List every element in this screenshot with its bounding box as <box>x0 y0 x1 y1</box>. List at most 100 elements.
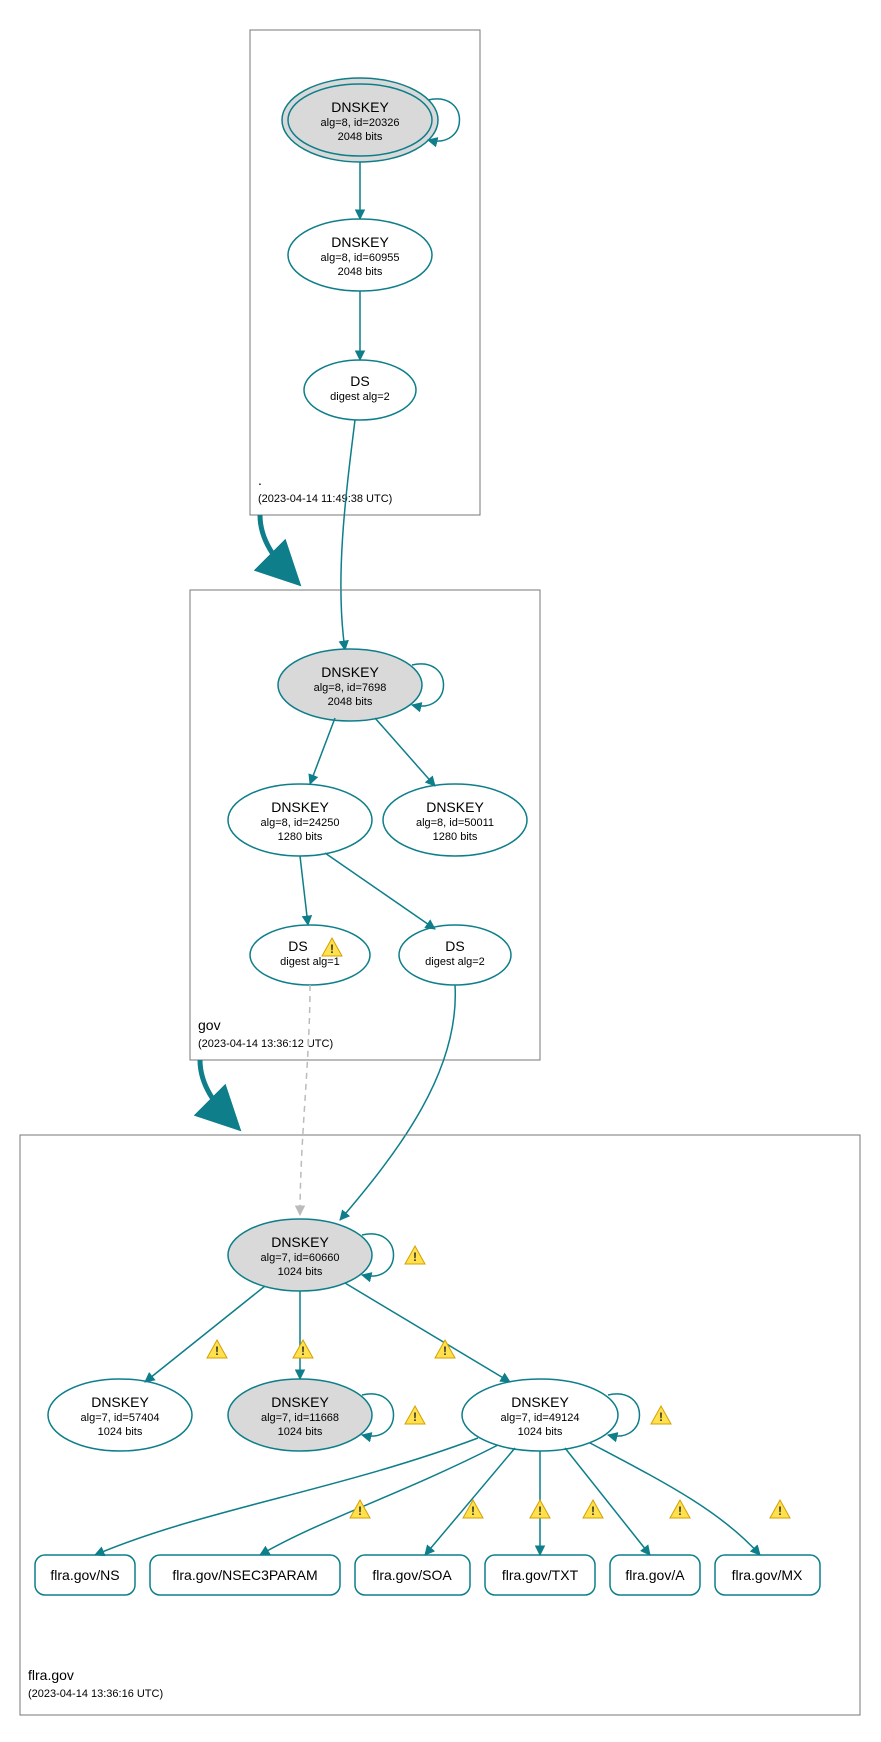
warning-icon: ! <box>207 1340 227 1358</box>
rrset-txt: flra.gov/TXT <box>485 1555 595 1595</box>
svg-text:DNSKEY: DNSKEY <box>271 799 329 815</box>
rrset-a: flra.gov/A <box>610 1555 700 1595</box>
node-flra-k2: DNSKEY alg=7, id=11668 1024 bits <box>228 1379 372 1451</box>
svg-text:DS: DS <box>288 938 307 954</box>
svg-text:2048 bits: 2048 bits <box>338 266 383 278</box>
zone-gov-ts: (2023-04-14 13:36:12 UTC) <box>198 1038 333 1050</box>
svg-text:digest alg=1: digest alg=1 <box>280 956 340 968</box>
svg-text:!: ! <box>778 1504 782 1518</box>
svg-text:flra.gov/NS: flra.gov/NS <box>50 1567 119 1583</box>
svg-text:DNSKEY: DNSKEY <box>331 234 389 250</box>
svg-text:DNSKEY: DNSKEY <box>271 1394 329 1410</box>
rrset-nsec3: flra.gov/NSEC3PARAM <box>150 1555 340 1595</box>
svg-text:flra.gov/MX: flra.gov/MX <box>732 1567 803 1583</box>
edge-gov-ds2-flra-ksk <box>340 985 455 1220</box>
svg-text:DNSKEY: DNSKEY <box>271 1234 329 1250</box>
warning-icon: ! <box>293 1340 313 1358</box>
zone-flra: flra.gov (2023-04-14 13:36:16 UTC) DNSKE… <box>20 1135 860 1715</box>
rrset-mx: flra.gov/MX <box>715 1555 820 1595</box>
zone-flra-ts: (2023-04-14 13:36:16 UTC) <box>28 1688 163 1700</box>
edge-gov-ksk-zsk1 <box>310 718 335 784</box>
svg-text:!: ! <box>301 1344 305 1358</box>
node-flra-k1: DNSKEY alg=7, id=57404 1024 bits <box>48 1379 192 1451</box>
zone-flra-label: flra.gov <box>28 1667 74 1683</box>
node-flra-k3: DNSKEY alg=7, id=49124 1024 bits <box>462 1379 618 1451</box>
node-root-zsk: DNSKEY alg=8, id=60955 2048 bits <box>288 219 432 291</box>
node-gov-ds2: DS digest alg=2 <box>399 925 511 985</box>
edge-zone-gov-flra <box>200 1060 235 1125</box>
warning-icon: ! <box>670 1500 690 1518</box>
edge-root-ds-gov-ksk <box>341 420 355 650</box>
edge-flra-ksk-k3 <box>345 1283 510 1382</box>
svg-text:1280 bits: 1280 bits <box>433 831 478 843</box>
warning-icon: ! <box>350 1500 370 1518</box>
edge-flra-ksk-k1 <box>145 1286 265 1382</box>
svg-text:!: ! <box>443 1344 447 1358</box>
zone-gov-label: gov <box>198 1017 221 1033</box>
svg-text:1024 bits: 1024 bits <box>278 1426 323 1438</box>
zone-root: . (2023-04-14 11:49:38 UTC) DNSKEY alg=8… <box>250 30 480 515</box>
node-gov-ds1: DS digest alg=1 <box>250 925 370 985</box>
node-flra-ksk: DNSKEY alg=7, id=60660 1024 bits <box>228 1219 372 1291</box>
svg-text:1280 bits: 1280 bits <box>278 831 323 843</box>
svg-text:2048 bits: 2048 bits <box>338 131 383 143</box>
svg-text:digest alg=2: digest alg=2 <box>330 391 390 403</box>
svg-text:DS: DS <box>445 938 464 954</box>
node-root-ksk: DNSKEY alg=8, id=20326 2048 bits <box>282 78 438 162</box>
edge-k3-mx <box>590 1443 760 1555</box>
svg-text:!: ! <box>413 1410 417 1424</box>
edge-gov-zsk1-ds2 <box>325 853 435 929</box>
svg-text:!: ! <box>330 942 334 956</box>
svg-text:1024 bits: 1024 bits <box>98 1426 143 1438</box>
warning-icon: ! <box>405 1406 425 1424</box>
svg-text:!: ! <box>471 1504 475 1518</box>
svg-text:!: ! <box>678 1504 682 1518</box>
edge-gov-ksk-zsk2 <box>375 718 435 786</box>
svg-text:DS: DS <box>350 373 369 389</box>
svg-text:!: ! <box>591 1504 595 1518</box>
zone-gov: gov (2023-04-14 13:36:12 UTC) DNSKEY alg… <box>190 590 540 1060</box>
svg-text:alg=8, id=7698: alg=8, id=7698 <box>314 682 387 694</box>
node-gov-zsk1: DNSKEY alg=8, id=24250 1280 bits <box>228 784 372 856</box>
zone-root-ts: (2023-04-14 11:49:38 UTC) <box>258 493 392 505</box>
svg-text:1024 bits: 1024 bits <box>518 1426 563 1438</box>
svg-text:alg=8, id=50011: alg=8, id=50011 <box>416 817 494 829</box>
svg-text:alg=7, id=11668: alg=7, id=11668 <box>261 1412 339 1424</box>
svg-text:flra.gov/NSEC3PARAM: flra.gov/NSEC3PARAM <box>172 1567 317 1583</box>
svg-text:2048 bits: 2048 bits <box>328 696 373 708</box>
svg-text:alg=8, id=24250: alg=8, id=24250 <box>261 817 340 829</box>
edge-k3-nsec3 <box>260 1445 498 1555</box>
warning-icon: ! <box>530 1500 550 1518</box>
warning-icon: ! <box>651 1406 671 1424</box>
svg-text:alg=7, id=57404: alg=7, id=57404 <box>81 1412 160 1424</box>
rrset-ns: flra.gov/NS <box>35 1555 135 1595</box>
edge-gov-zsk1-ds1 <box>300 856 308 925</box>
svg-text:!: ! <box>358 1504 362 1518</box>
svg-text:DNSKEY: DNSKEY <box>426 799 484 815</box>
svg-text:alg=8, id=60955: alg=8, id=60955 <box>321 252 400 264</box>
svg-text:flra.gov/SOA: flra.gov/SOA <box>372 1567 452 1583</box>
svg-text:DNSKEY: DNSKEY <box>321 664 379 680</box>
zone-root-label: . <box>258 472 262 488</box>
svg-text:DNSKEY: DNSKEY <box>331 99 389 115</box>
edge-gov-ds1-flra-ksk <box>300 985 310 1215</box>
svg-text:alg=7, id=60660: alg=7, id=60660 <box>261 1252 340 1264</box>
svg-text:!: ! <box>413 1250 417 1264</box>
svg-text:alg=7, id=49124: alg=7, id=49124 <box>501 1412 580 1424</box>
svg-text:DNSKEY: DNSKEY <box>91 1394 149 1410</box>
rrset-soa: flra.gov/SOA <box>355 1555 470 1595</box>
svg-text:!: ! <box>659 1410 663 1424</box>
svg-text:DNSKEY: DNSKEY <box>511 1394 569 1410</box>
svg-text:!: ! <box>538 1504 542 1518</box>
node-gov-zsk2: DNSKEY alg=8, id=50011 1280 bits <box>383 784 527 856</box>
node-gov-ksk: DNSKEY alg=8, id=7698 2048 bits <box>278 649 422 721</box>
warning-icon: ! <box>405 1246 425 1264</box>
svg-text:digest alg=2: digest alg=2 <box>425 956 485 968</box>
svg-text:alg=8, id=20326: alg=8, id=20326 <box>321 117 400 129</box>
svg-text:1024 bits: 1024 bits <box>278 1266 323 1278</box>
warning-icon: ! <box>463 1500 483 1518</box>
svg-text:flra.gov/A: flra.gov/A <box>625 1567 685 1583</box>
warning-icon: ! <box>770 1500 790 1518</box>
edge-k3-a <box>565 1448 650 1555</box>
edge-k3-ns <box>95 1438 478 1555</box>
